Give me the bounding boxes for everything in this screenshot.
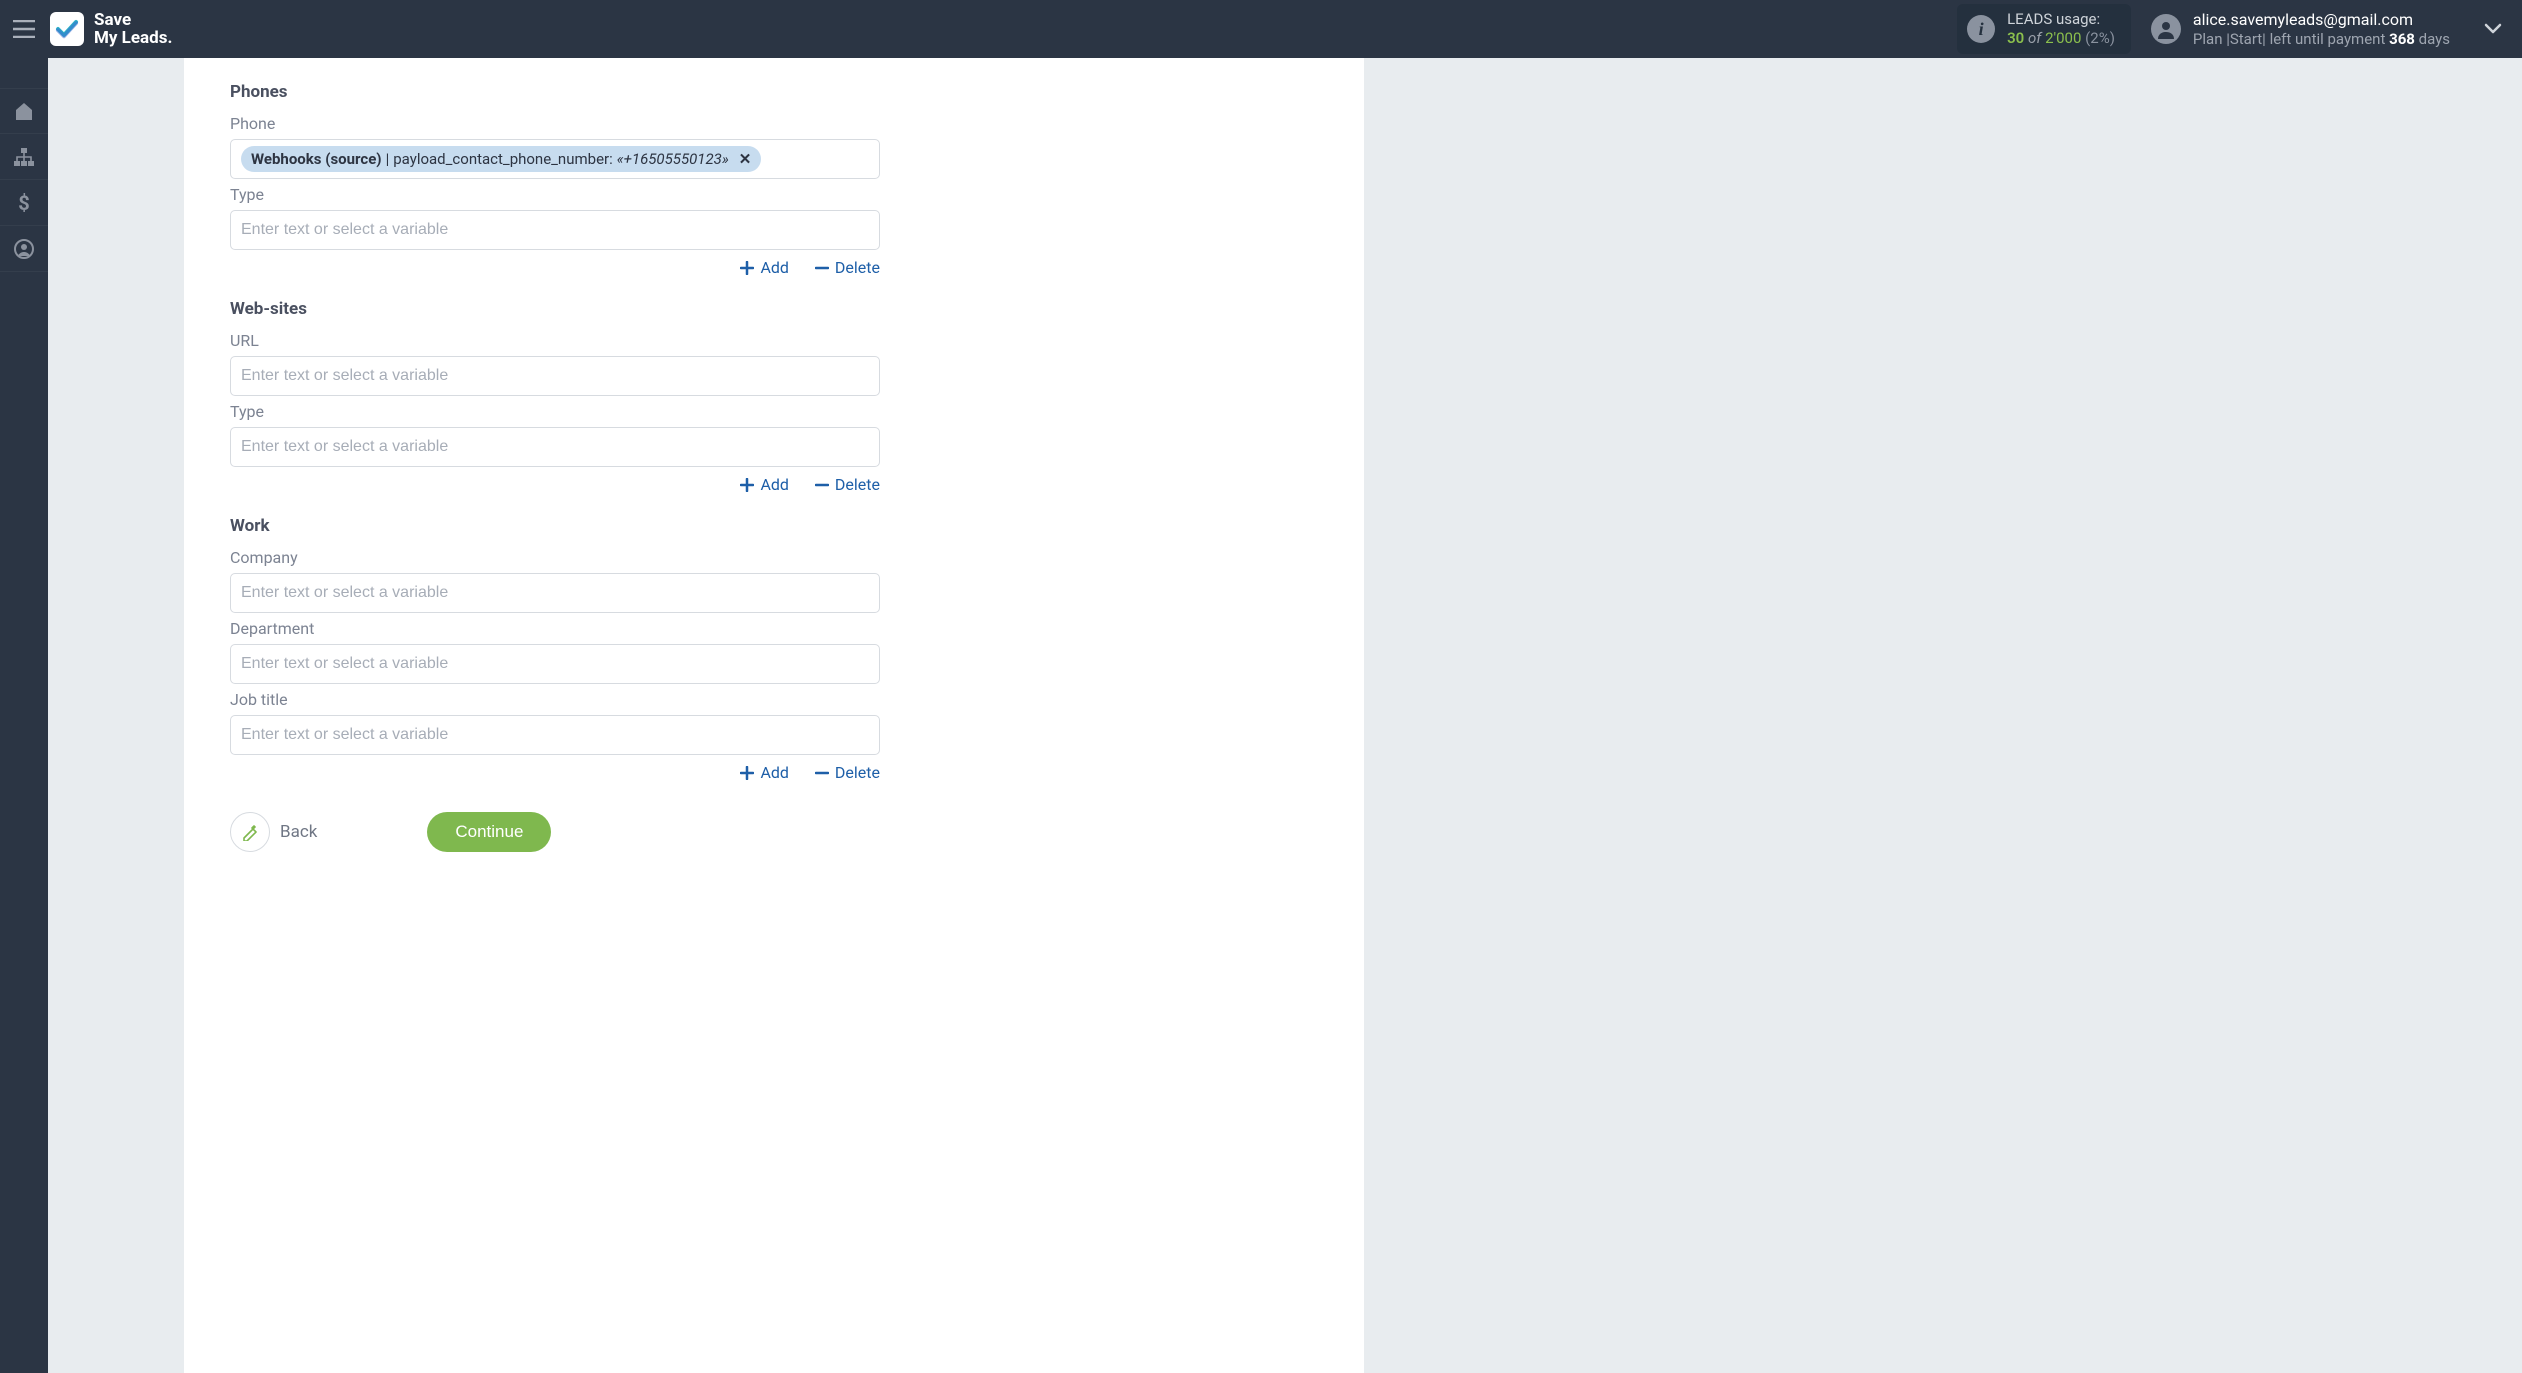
form-card: Phones Phone Webhooks (source) | payload… <box>184 58 1364 1373</box>
input-url[interactable] <box>230 356 880 396</box>
account-plan: Plan |Start| left until payment 368 days <box>2193 30 2450 49</box>
sidebar-item-home[interactable] <box>0 88 48 134</box>
sidebar: $ <box>0 58 48 1373</box>
home-icon <box>13 101 35 121</box>
plus-icon <box>740 261 754 275</box>
add-work-button[interactable]: Add <box>740 763 788 782</box>
account-caret[interactable] <box>2478 23 2508 35</box>
input-company[interactable] <box>230 573 880 613</box>
usage-indicator[interactable]: i LEADS usage: 30 of 2'000 (2%) <box>1957 4 2131 54</box>
section-heading-phones: Phones <box>230 82 880 102</box>
chevron-down-icon <box>2484 23 2502 35</box>
account-menu[interactable]: alice.savemyleads@gmail.com Plan |Start|… <box>2151 10 2450 49</box>
input-url-type[interactable] <box>230 427 880 467</box>
pencil-icon <box>230 812 270 852</box>
input-department[interactable] <box>230 644 880 684</box>
account-email: alice.savemyleads@gmail.com <box>2193 10 2450 30</box>
delete-phone-button[interactable]: Delete <box>815 258 880 277</box>
label-company: Company <box>230 548 880 567</box>
menu-toggle[interactable] <box>0 0 48 58</box>
label-phone: Phone <box>230 114 880 133</box>
sidebar-item-billing[interactable]: $ <box>0 180 48 226</box>
minus-icon <box>815 261 829 275</box>
minus-icon <box>815 478 829 492</box>
plus-icon <box>740 478 754 492</box>
sidebar-item-account[interactable] <box>0 226 48 272</box>
brand-name: Save My Leads. <box>94 11 172 48</box>
svg-text:$: $ <box>18 192 29 214</box>
minus-icon <box>815 766 829 780</box>
chip-remove-icon[interactable]: ✕ <box>739 150 752 168</box>
sidebar-item-connections[interactable] <box>0 134 48 180</box>
hamburger-icon <box>13 20 35 38</box>
variable-chip-phone: Webhooks (source) | payload_contact_phon… <box>241 146 761 172</box>
input-phone-type-field[interactable] <box>241 221 869 239</box>
input-url-type-field[interactable] <box>241 438 869 456</box>
input-company-field[interactable] <box>241 584 869 602</box>
input-jobtitle-field[interactable] <box>241 726 869 744</box>
brand[interactable]: Save My Leads. <box>50 11 172 48</box>
delete-work-button[interactable]: Delete <box>815 763 880 782</box>
usage-title: LEADS usage: <box>2007 10 2115 29</box>
avatar-icon <box>2151 14 2181 44</box>
user-icon <box>14 239 34 259</box>
plus-icon <box>740 766 754 780</box>
dollar-icon: $ <box>17 192 31 214</box>
section-heading-work: Work <box>230 516 880 536</box>
input-jobtitle[interactable] <box>230 715 880 755</box>
back-button[interactable]: Back <box>230 812 317 852</box>
sitemap-icon <box>13 147 35 167</box>
usage-values: 30 of 2'000 (2%) <box>2007 29 2115 48</box>
topbar: Save My Leads. i LEADS usage: 30 of 2'00… <box>0 0 2522 58</box>
input-phone[interactable]: Webhooks (source) | payload_contact_phon… <box>230 139 880 179</box>
add-website-button[interactable]: Add <box>740 475 788 494</box>
info-icon: i <box>1967 15 1995 43</box>
label-url-type: Type <box>230 402 880 421</box>
label-jobtitle: Job title <box>230 690 880 709</box>
input-url-field[interactable] <box>241 367 869 385</box>
section-heading-websites: Web-sites <box>230 299 880 319</box>
label-phone-type: Type <box>230 185 880 204</box>
add-phone-button[interactable]: Add <box>740 258 788 277</box>
continue-button[interactable]: Continue <box>427 812 551 852</box>
input-phone-type[interactable] <box>230 210 880 250</box>
logo-icon <box>50 12 84 46</box>
label-department: Department <box>230 619 880 638</box>
input-department-field[interactable] <box>241 655 869 673</box>
delete-website-button[interactable]: Delete <box>815 475 880 494</box>
label-url: URL <box>230 331 880 350</box>
